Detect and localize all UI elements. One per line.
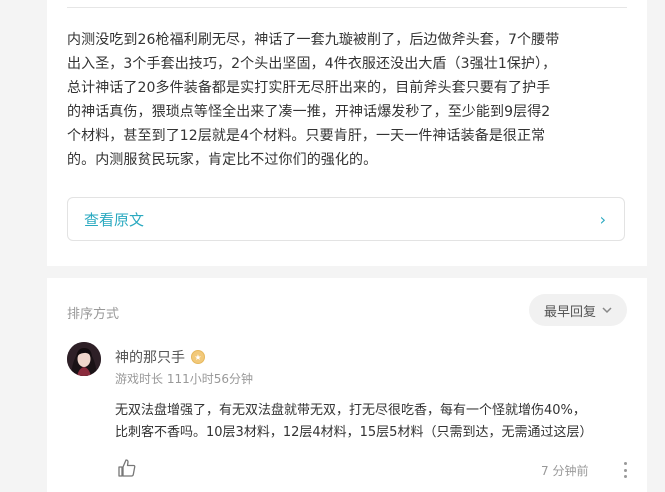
post-card: 内测没吃到26枪福利刷无尽，神话了一套九璇被削了，后边做斧头套，7个腰带 出入圣… — [47, 0, 647, 266]
comment-text: 无双法盘增强了，有无双法盘就带无双，打无尽很吃香，每有一个怪就增伤40%， 比刺… — [115, 403, 593, 440]
comment-playtime: 游戏时长 111小时56分钟 — [115, 372, 253, 386]
user-badge-icon: ★ — [191, 350, 205, 364]
chevron-right-icon: › — [599, 209, 606, 229]
thumbs-up-icon[interactable] — [117, 458, 137, 478]
chevron-down-icon — [602, 307, 612, 314]
view-original-button[interactable]: 查看原文 › — [67, 197, 625, 241]
comment-username-row: 神的那只手 ★ — [115, 347, 205, 367]
comment-username[interactable]: 神的那只手 — [115, 347, 185, 367]
avatar-image — [67, 342, 101, 376]
more-options-icon[interactable] — [621, 462, 629, 478]
avatar[interactable] — [67, 342, 101, 376]
sort-label: 排序方式 — [67, 307, 120, 322]
sort-dropdown-label: 最早回复 — [543, 304, 596, 320]
comment-timestamp: 7 分钟前 — [541, 464, 589, 478]
top-divider — [67, 7, 627, 8]
comments-card: 排序方式 最早回复 神的那只手 ★ 游戏时长 111小时56分钟 无双法盘增强了… — [47, 278, 647, 492]
post-body-text: 内测没吃到26枪福利刷无尽，神话了一套九璇被削了，后边做斧头套，7个腰带 出入圣… — [67, 32, 560, 168]
sort-dropdown-button[interactable]: 最早回复 — [529, 294, 627, 326]
view-original-label: 查看原文 — [84, 210, 145, 229]
